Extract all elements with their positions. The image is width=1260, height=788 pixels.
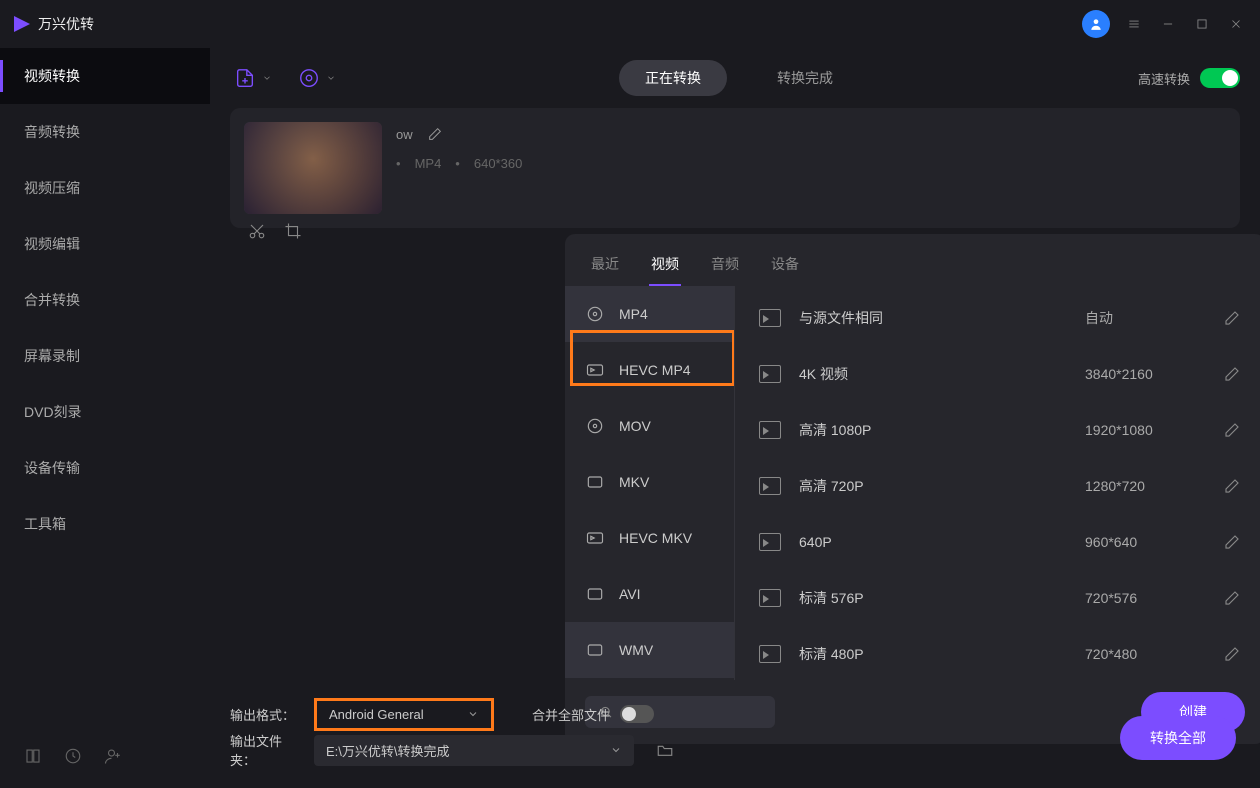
add-disc-button[interactable] [294, 63, 340, 93]
file-name: ow [396, 127, 413, 142]
format-list: MP4 HEVC MP4 MOV MKV [565, 286, 735, 680]
chevron-down-icon [610, 744, 622, 756]
format-wmv[interactable]: WMV [565, 622, 734, 678]
resolution-item[interactable]: 标清 480P720*480 [735, 626, 1260, 680]
maximize-button[interactable] [1192, 14, 1212, 34]
menu-icon[interactable] [1124, 14, 1144, 34]
resolution-item[interactable]: 4K 视频3840*2160 [735, 346, 1260, 402]
pop-tab-video[interactable]: 视频 [649, 248, 681, 286]
video-icon [759, 477, 781, 495]
minimize-button[interactable] [1158, 14, 1178, 34]
bottom-bar: 输出格式： Android General 合并全部文件 输出文件夹： E:\万… [210, 696, 1260, 788]
chevron-down-icon [467, 708, 479, 720]
high-speed-label: 高速转换 [1138, 69, 1190, 88]
tab-done[interactable]: 转换完成 [751, 60, 859, 96]
sidebar-item-dvd-burn[interactable]: DVD刻录 [0, 384, 210, 440]
video-icon [759, 645, 781, 663]
edit-icon[interactable] [1223, 645, 1241, 663]
resolution-item[interactable]: 高清 720P1280*720 [735, 458, 1260, 514]
file-card: ow •MP4 •640*360 [230, 108, 1240, 228]
format-hevc-mkv[interactable]: HEVC MKV [565, 510, 734, 566]
add-file-button[interactable] [230, 63, 276, 93]
pop-tab-device[interactable]: 设备 [769, 248, 801, 286]
logo-icon [14, 16, 30, 32]
format-avi[interactable]: AVI [565, 566, 734, 622]
merge-toggle[interactable] [620, 705, 654, 723]
output-folder-label: 输出文件夹： [230, 731, 300, 769]
sidebar: 视频转换 音频转换 视频压缩 视频编辑 合并转换 屏幕录制 DVD刻录 设备传输… [0, 48, 210, 788]
format-hevc-mp4[interactable]: HEVC MP4 [565, 342, 734, 398]
video-icon [759, 365, 781, 383]
app-logo: 万兴优转 [14, 14, 94, 34]
file-format: MP4 [415, 156, 442, 171]
close-button[interactable] [1226, 14, 1246, 34]
sidebar-item-screen-record[interactable]: 屏幕录制 [0, 328, 210, 384]
crop-icon[interactable] [284, 222, 302, 240]
tab-in-progress[interactable]: 正在转换 [619, 60, 727, 96]
sidebar-item-device-transfer[interactable]: 设备传输 [0, 440, 210, 496]
cut-icon[interactable] [248, 222, 266, 240]
sidebar-item-merge[interactable]: 合并转换 [0, 272, 210, 328]
merge-label: 合并全部文件 [532, 705, 610, 724]
sidebar-item-video-compress[interactable]: 视频压缩 [0, 160, 210, 216]
format-mkv[interactable]: MKV [565, 454, 734, 510]
format-mov[interactable]: MOV [565, 398, 734, 454]
pop-tab-recent[interactable]: 最近 [589, 248, 621, 286]
output-folder-select[interactable]: E:\万兴优转\转换完成 [314, 735, 634, 766]
format-popover: 最近 视频 音频 设备 MP4 HEVC MP4 [565, 234, 1260, 744]
user-avatar[interactable] [1082, 10, 1110, 38]
main-toolbar: 正在转换 转换完成 高速转换 [230, 48, 1240, 108]
edit-icon[interactable] [1223, 309, 1241, 327]
edit-icon[interactable] [1223, 477, 1241, 495]
edit-icon[interactable] [1223, 365, 1241, 383]
titlebar: 万兴优转 [0, 0, 1260, 48]
sidebar-item-audio-convert[interactable]: 音频转换 [0, 104, 210, 160]
edit-icon[interactable] [1223, 533, 1241, 551]
pop-tab-audio[interactable]: 音频 [709, 248, 741, 286]
convert-all-button[interactable]: 转换全部 [1120, 716, 1236, 760]
sidebar-item-toolbox[interactable]: 工具箱 [0, 496, 210, 552]
video-icon [759, 421, 781, 439]
rename-icon[interactable] [427, 126, 443, 142]
resolution-item[interactable]: 标清 576P720*576 [735, 570, 1260, 626]
format-mp4[interactable]: MP4 [565, 286, 734, 342]
video-thumbnail[interactable] [244, 122, 382, 214]
video-icon [759, 533, 781, 551]
resolution-item[interactable]: 高清 1080P1920*1080 [735, 402, 1260, 458]
output-format-label: 输出格式： [230, 705, 300, 724]
app-name: 万兴优转 [38, 14, 94, 34]
video-icon [759, 309, 781, 327]
clock-icon[interactable] [64, 747, 82, 770]
file-dim: 640*360 [474, 156, 522, 171]
resolution-list: 与源文件相同自动 4K 视频3840*2160 高清 1080P1920*108… [735, 286, 1260, 680]
edit-icon[interactable] [1223, 589, 1241, 607]
video-icon [759, 589, 781, 607]
output-format-select[interactable]: Android General [314, 698, 494, 731]
resolution-item[interactable]: 与源文件相同自动 [735, 290, 1260, 346]
sidebar-item-video-edit[interactable]: 视频编辑 [0, 216, 210, 272]
book-icon[interactable] [24, 747, 42, 770]
open-folder-icon[interactable] [656, 741, 674, 759]
user-add-icon[interactable] [104, 747, 122, 770]
edit-icon[interactable] [1223, 421, 1241, 439]
sidebar-item-video-convert[interactable]: 视频转换 [0, 48, 210, 104]
resolution-item[interactable]: 640P960*640 [735, 514, 1260, 570]
high-speed-toggle[interactable] [1200, 68, 1240, 88]
main-panel: 正在转换 转换完成 高速转换 ow •MP4 •640*360 [210, 48, 1260, 788]
